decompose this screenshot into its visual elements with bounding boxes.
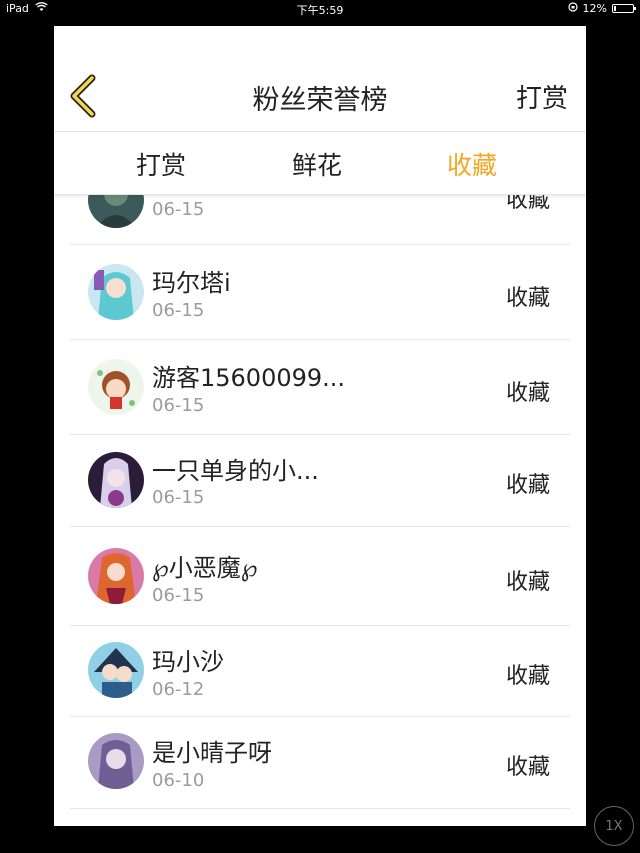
fan-action: 收藏 <box>505 755 550 780</box>
tab-flowers[interactable]: 鲜花 <box>292 146 342 182</box>
list-item[interactable]: 06-15 收藏 <box>70 195 570 245</box>
fan-action: 收藏 <box>505 195 550 213</box>
fan-date: 06-15 <box>152 395 205 416</box>
tab-bar: 打赏 鲜花 收藏 <box>54 132 586 195</box>
tab-favorites[interactable]: 收藏 <box>447 146 497 182</box>
list-item[interactable]: 一只单身的小... 06-15 收藏 <box>70 434 570 527</box>
fan-action: 收藏 <box>505 473 550 498</box>
avatar <box>88 195 144 228</box>
fan-date: 06-15 <box>152 585 205 606</box>
fan-name: 玛尔塔i <box>152 269 231 297</box>
fans-list: 06-15 收藏 玛尔塔i 06-15 收藏 游客15600099... 06-… <box>54 195 586 826</box>
fan-name: 一只单身的小... <box>152 457 319 485</box>
fan-date: 06-10 <box>152 770 205 791</box>
avatar <box>88 733 144 789</box>
fan-action: 收藏 <box>505 286 550 311</box>
fan-name: ℘小恶魔℘ <box>152 554 258 582</box>
fan-date: 06-15 <box>152 300 205 321</box>
avatar <box>88 264 144 320</box>
status-right: 12% <box>567 2 636 15</box>
battery-fill <box>614 6 616 11</box>
fan-action: 收藏 <box>505 570 550 595</box>
fan-date: 06-15 <box>152 487 205 508</box>
tab-reward[interactable]: 打赏 <box>136 146 186 182</box>
status-time: 下午5:59 <box>296 4 344 17</box>
battery-percent: 12% <box>582 2 607 15</box>
fan-name: 游客15600099... <box>152 364 346 392</box>
fan-date: 06-12 <box>152 679 205 700</box>
avatar <box>88 548 144 604</box>
fan-date: 06-15 <box>152 199 205 220</box>
list-item[interactable]: 游客15600099... 06-15 收藏 <box>70 339 570 435</box>
reward-button[interactable]: 打赏 <box>516 78 568 115</box>
list-item[interactable]: ℘小恶魔℘ 06-15 收藏 <box>70 526 570 626</box>
fans-ranking-panel: 粉丝荣誉榜 打赏 打赏 鲜花 收藏 06-15 收藏 玛尔塔i 06-15 收藏… <box>54 26 586 826</box>
status-bar: iPad 下午5:59 12% <box>0 0 640 18</box>
playback-speed-button[interactable]: 1X <box>594 806 634 846</box>
list-item[interactable]: 玛尔塔i 06-15 收藏 <box>70 244 570 340</box>
avatar <box>88 359 144 415</box>
list-item[interactable]: 玛小沙 06-12 收藏 <box>70 625 570 717</box>
fan-name: 是小晴子呀 <box>152 739 272 767</box>
avatar <box>88 452 144 508</box>
fan-action: 收藏 <box>505 381 550 406</box>
fan-action: 收藏 <box>505 664 550 689</box>
list-item[interactable]: 是小晴子呀 06-10 收藏 <box>70 716 570 809</box>
avatar <box>88 642 144 698</box>
battery-icon <box>612 4 636 13</box>
orientation-lock-icon <box>567 2 578 15</box>
page-title: 粉丝荣誉榜 <box>252 85 388 116</box>
fan-name: 玛小沙 <box>152 648 224 676</box>
nav-bar: 粉丝荣誉榜 打赏 <box>54 26 586 132</box>
